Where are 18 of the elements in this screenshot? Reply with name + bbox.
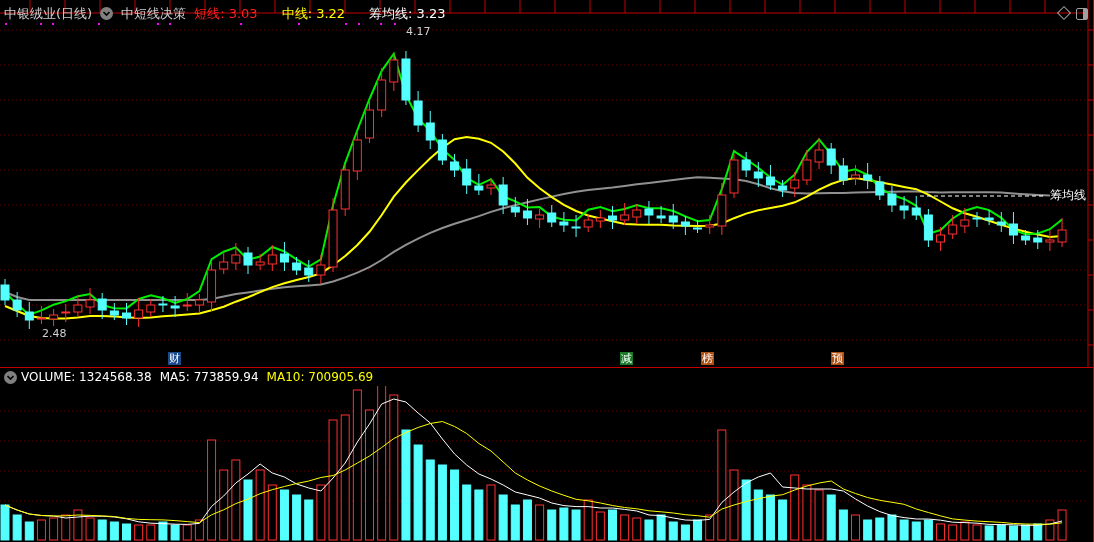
line-label: 筹均线	[1050, 186, 1086, 204]
volume-value: MA5: 773859.94	[159, 369, 259, 386]
volume-value: VOLUME: 1324568.38	[21, 369, 152, 386]
event-marker[interactable]: 预	[831, 352, 844, 365]
event-marker[interactable]: 减	[620, 352, 633, 365]
volume-value: MA10: 700905.69	[266, 369, 374, 386]
indicator-value: 中线: 3.22	[281, 5, 346, 23]
low-price-label: 2.48	[42, 326, 67, 342]
panel-toggle-icon[interactable]	[1076, 8, 1088, 20]
event-marker[interactable]: 财	[168, 352, 181, 365]
indicator-value: 短线: 3.03	[194, 5, 258, 23]
chart-title: 中银绒业(日线)	[4, 5, 93, 23]
high-price-label: 4.17	[406, 24, 431, 40]
event-marker[interactable]: 榜	[701, 352, 714, 365]
chevron-down-icon[interactable]	[100, 7, 114, 21]
chevron-down-icon[interactable]	[4, 370, 17, 384]
indicator-value: 筹均线: 3.23	[369, 5, 446, 23]
indicator-name: 中短线决策	[121, 5, 187, 23]
